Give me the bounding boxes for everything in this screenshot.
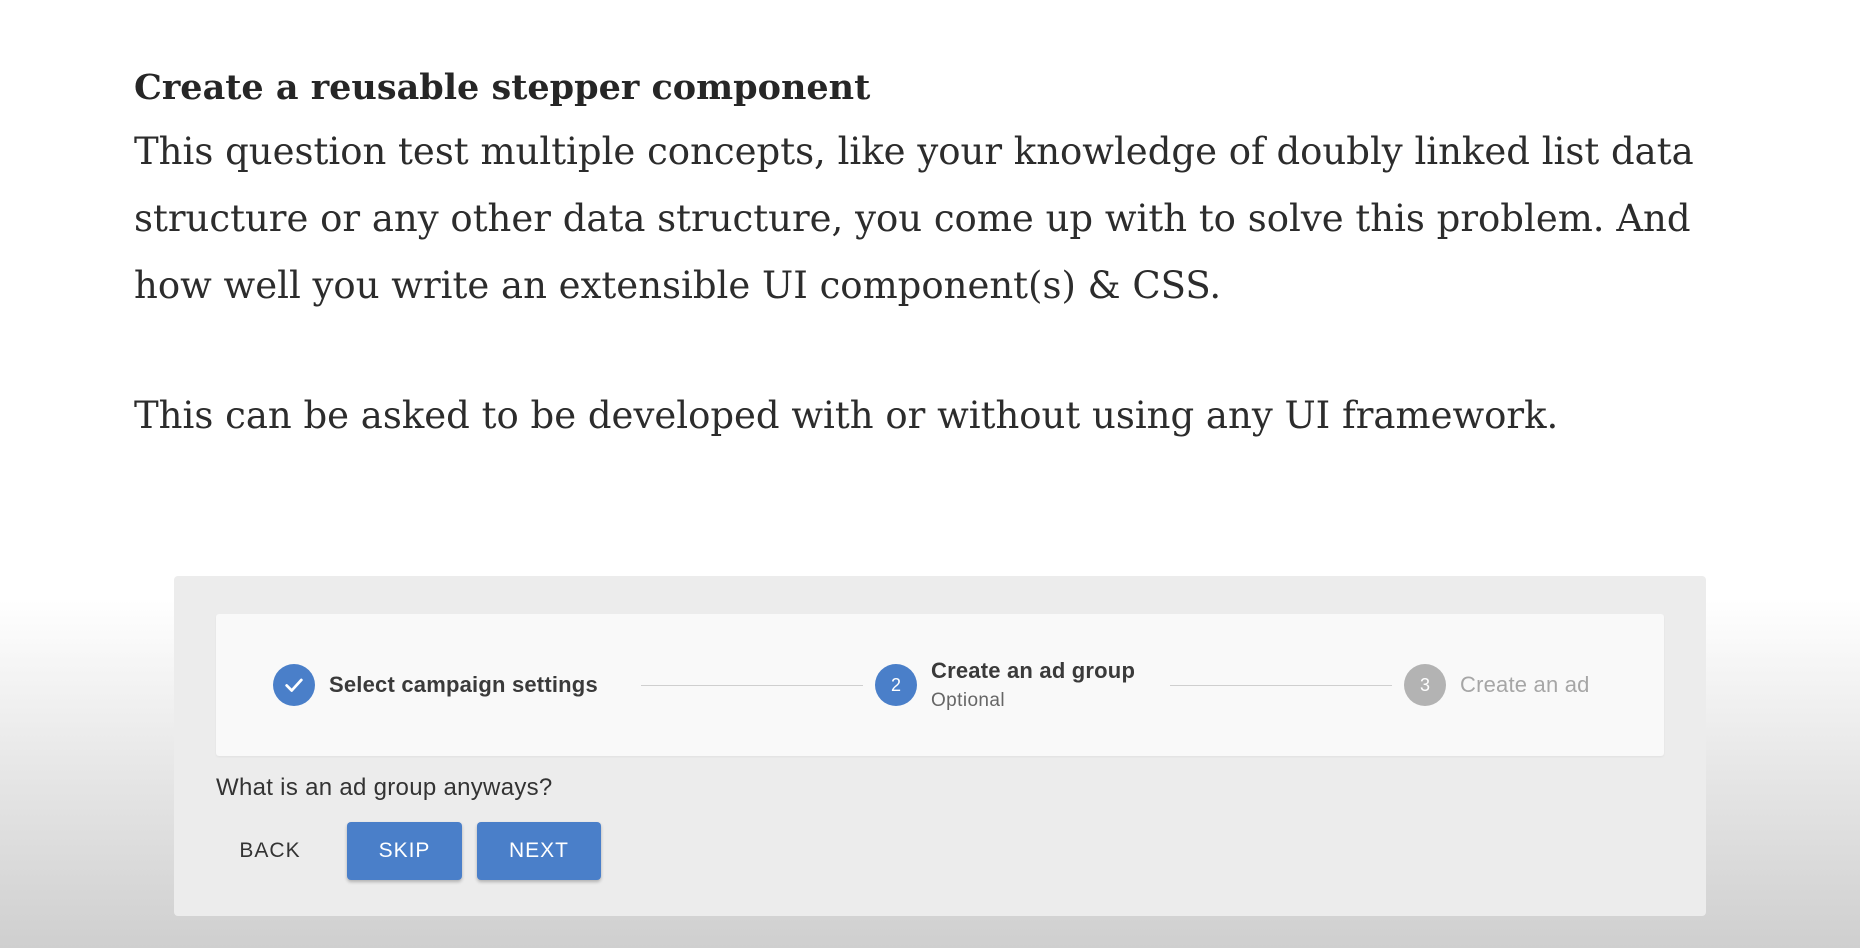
step-create-an-ad[interactable]: 3 Create an ad bbox=[1404, 614, 1590, 756]
article-paragraph-2: This can be asked to be developed with o… bbox=[134, 394, 1559, 437]
back-button[interactable]: BACK bbox=[216, 822, 324, 880]
stepper-demo-screenshot: Select campaign settings 2 Create an ad … bbox=[174, 576, 1706, 916]
step-content-text: What is an ad group anyways? bbox=[216, 774, 553, 801]
step-create-ad-group[interactable]: 2 Create an ad group Optional bbox=[875, 614, 1135, 756]
step-text: Select campaign settings bbox=[329, 672, 598, 698]
stepper: Select campaign settings 2 Create an ad … bbox=[216, 614, 1664, 756]
check-icon bbox=[273, 664, 315, 706]
step-number-badge: 3 bbox=[1404, 664, 1446, 706]
step-number-badge: 2 bbox=[875, 664, 917, 706]
step-connector bbox=[1170, 685, 1392, 686]
step-connector bbox=[641, 685, 863, 686]
article-paragraph-1: This question test multiple concepts, li… bbox=[134, 130, 1694, 307]
article: Create a reusable stepper component This… bbox=[134, 58, 1774, 449]
step-optional-label: Optional bbox=[931, 690, 1005, 711]
step-select-campaign-settings[interactable]: Select campaign settings bbox=[273, 614, 598, 756]
step-text: Create an ad bbox=[1460, 672, 1590, 698]
step-label: Select campaign settings bbox=[329, 672, 598, 697]
step-text: Create an ad group Optional bbox=[931, 658, 1135, 712]
step-label: Create an ad group bbox=[931, 658, 1136, 683]
step-label: Create an ad bbox=[1460, 672, 1590, 697]
article-heading: Create a reusable stepper component bbox=[134, 67, 871, 108]
skip-button[interactable]: SKIP bbox=[347, 822, 462, 880]
next-button[interactable]: NEXT bbox=[477, 822, 601, 880]
